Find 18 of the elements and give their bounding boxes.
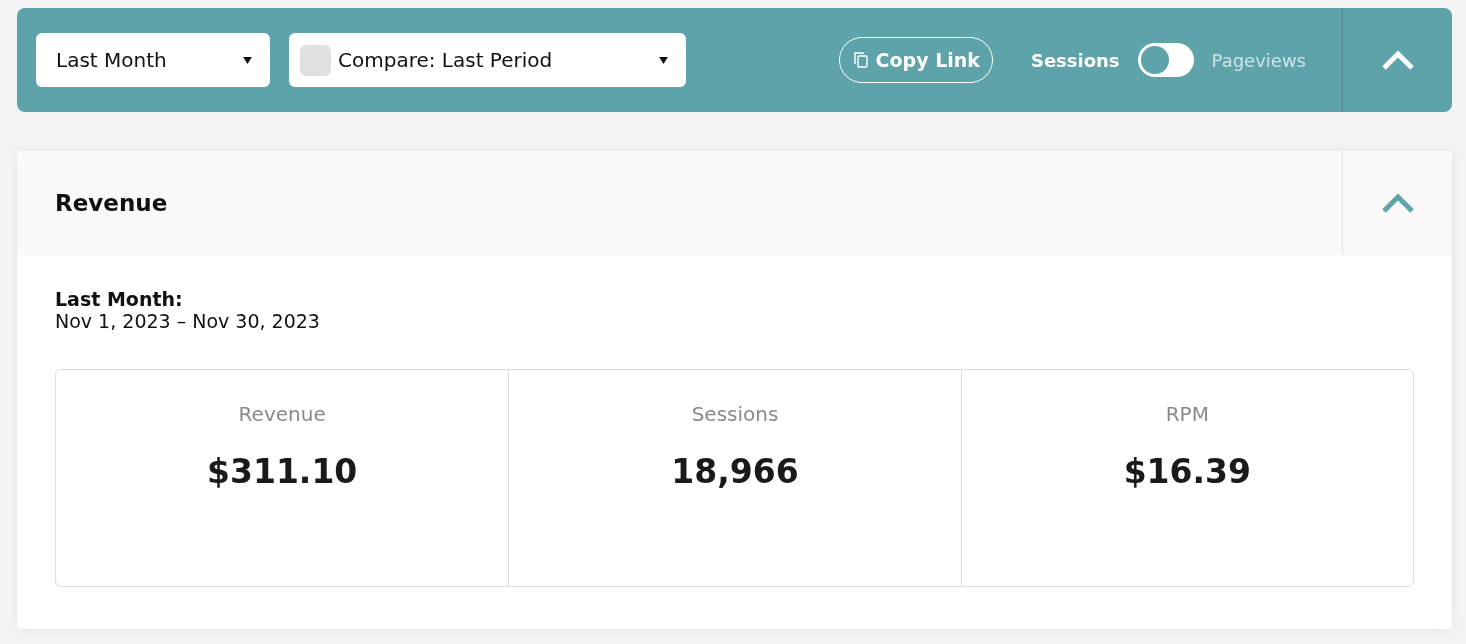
date-range-dropdown[interactable]: Last Month — [36, 33, 270, 87]
metric-label: RPM — [1165, 402, 1209, 426]
period-dates: Nov 1, 2023 – Nov 30, 2023 — [55, 310, 321, 332]
toggle-label: Pageviews — [1211, 49, 1306, 71]
toggle-switch[interactable] — [1137, 43, 1194, 77]
period-label: Last Month: — [55, 288, 184, 310]
checkbox[interactable] — [300, 44, 331, 76]
metric-value: 18,966 — [671, 452, 799, 491]
compare-dropdown[interactable]: Compare: Last Period — [289, 33, 686, 87]
copy-icon — [853, 52, 868, 68]
panel-title: Revenue — [55, 190, 169, 216]
caret-icon — [659, 56, 668, 64]
metric-label: Revenue — [238, 402, 326, 426]
toggle-label: Sessions — [1030, 49, 1120, 71]
metric-label: Sessions — [691, 402, 779, 426]
caret-icon — [243, 56, 252, 64]
metric-value: $311.10 — [207, 452, 358, 491]
metric-value: $16.39 — [1123, 452, 1251, 491]
